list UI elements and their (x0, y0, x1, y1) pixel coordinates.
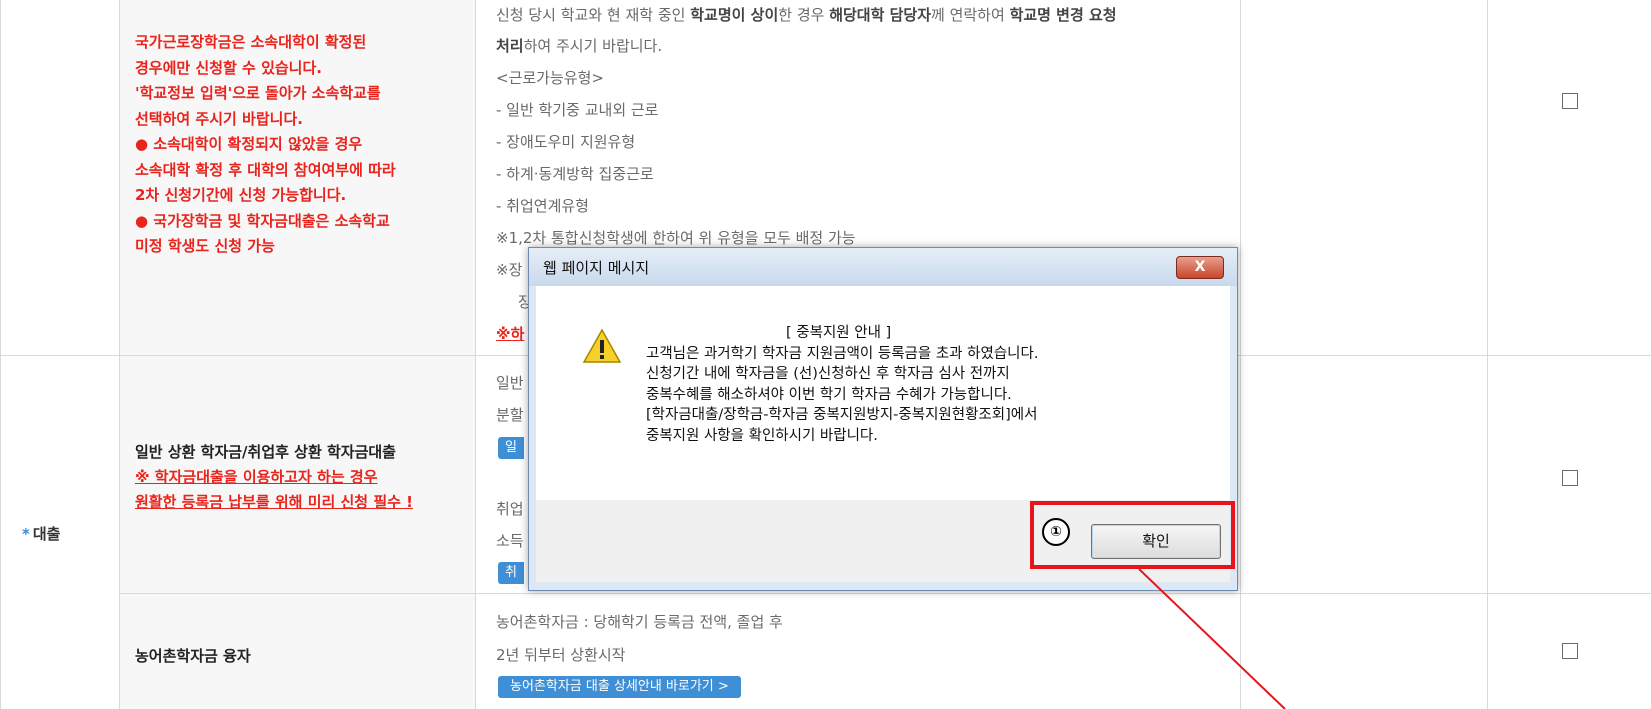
pointer-line (1138, 568, 1286, 709)
